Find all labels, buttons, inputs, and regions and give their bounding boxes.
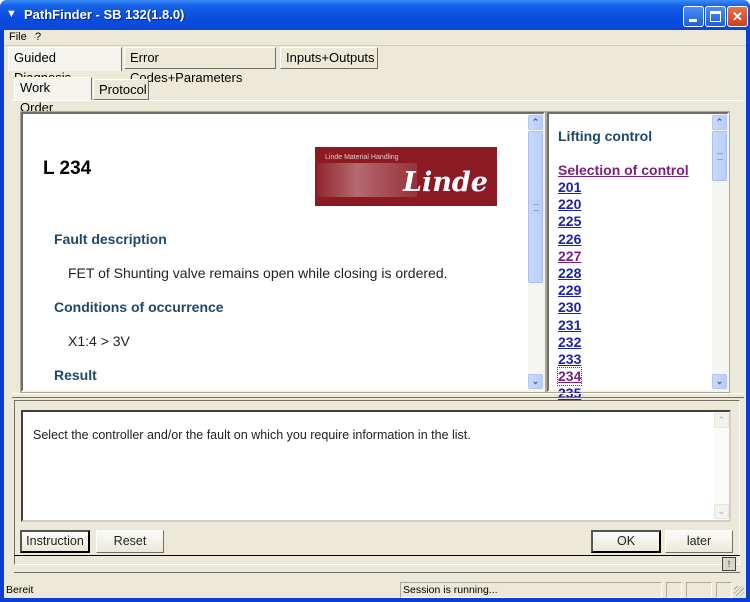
fault-code-link-201[interactable]: 201 xyxy=(558,179,581,196)
tab-work-order[interactable]: Work Order xyxy=(14,77,92,115)
message-scrollbar[interactable]: ⌃ ⌄ xyxy=(714,412,729,520)
scroll-up-icon[interactable]: ⌃ xyxy=(528,115,543,130)
ok-button[interactable]: OK xyxy=(591,530,661,553)
logo-tagline: Linde Material Handling xyxy=(325,154,399,161)
app-icon: ▼ xyxy=(6,8,17,20)
scroll-down-icon[interactable]: ⌄ xyxy=(528,374,543,389)
close-icon: ✕ xyxy=(732,9,743,24)
menu-help[interactable]: ? xyxy=(35,31,41,43)
resize-grip-icon[interactable] xyxy=(734,586,744,596)
menu-file[interactable]: File xyxy=(9,31,27,43)
tab-inputs-outputs[interactable]: Inputs+Outputs xyxy=(280,47,378,69)
app-window: ▼ PathFinder - SB 132(1.8.0) ✕ File ? Gu… xyxy=(0,0,750,602)
status-cell xyxy=(716,582,732,598)
tab-protocol[interactable]: Protocol xyxy=(93,79,149,100)
minimize-icon xyxy=(689,19,697,22)
fault-code-link-231[interactable]: 231 xyxy=(558,317,581,334)
list-scrollbar[interactable]: ⌃ ⌄ xyxy=(712,114,727,390)
fault-description-text: FET of Shunting valve remains open while… xyxy=(68,265,448,281)
logo-wordmark: Linde xyxy=(403,167,488,198)
fault-description-heading: Fault description xyxy=(54,231,167,247)
fault-code-link-226[interactable]: 226 xyxy=(558,231,581,248)
scroll-up-icon[interactable]: ⌃ xyxy=(712,115,727,130)
splitter[interactable] xyxy=(12,393,744,398)
maximize-icon xyxy=(710,11,721,22)
menu-bar: File ? xyxy=(4,30,746,46)
fault-code-link-228[interactable]: 228 xyxy=(558,265,581,282)
fault-code-title: L 234 xyxy=(43,158,92,179)
status-cell xyxy=(686,582,712,598)
later-button[interactable]: later xyxy=(665,530,733,553)
message-box: Select the controller and/or the fault o… xyxy=(21,410,731,522)
fault-code-link-227[interactable]: 227 xyxy=(558,248,581,265)
maximize-button[interactable] xyxy=(705,6,726,27)
close-button[interactable]: ✕ xyxy=(727,6,748,27)
fault-code-link-234[interactable]: 234 xyxy=(556,367,583,387)
warning-icon[interactable]: ! xyxy=(722,557,736,571)
reset-button[interactable]: Reset xyxy=(96,530,164,553)
status-cell xyxy=(666,582,682,598)
scroll-down-icon[interactable]: ⌄ xyxy=(712,374,727,389)
linde-logo: Linde Material Handling Linde xyxy=(315,147,497,206)
tab-divider xyxy=(12,100,744,101)
document-scrollbar[interactable]: ⌃ ⌄ xyxy=(528,114,543,390)
fault-code-link-232[interactable]: 232 xyxy=(558,334,581,351)
fault-code-link-225[interactable]: 225 xyxy=(558,213,581,230)
conditions-text: X1:4 > 3V xyxy=(68,333,130,349)
fault-document-pane: L 234 Linde Material Handling Linde Faul… xyxy=(20,111,546,393)
scroll-thumb[interactable] xyxy=(528,131,543,283)
selection-of-control-link[interactable]: Selection of control xyxy=(558,162,689,178)
conditions-heading: Conditions of occurrence xyxy=(54,299,224,315)
bottom-bar xyxy=(14,555,740,573)
fault-code-link-220[interactable]: 220 xyxy=(558,196,581,213)
instruction-button[interactable]: Instruction xyxy=(20,530,90,553)
title-bar[interactable]: ▼ PathFinder - SB 132(1.8.0) ✕ xyxy=(0,0,750,30)
fault-code-link-229[interactable]: 229 xyxy=(558,282,581,299)
fault-code-link-233[interactable]: 233 xyxy=(558,351,581,368)
tab-error-codes-parameters[interactable]: Error Codes+Parameters xyxy=(124,47,276,85)
client-area: File ? Guided Diagnosis Error Codes+Para… xyxy=(4,30,746,598)
scroll-down-icon[interactable]: ⌄ xyxy=(714,504,729,519)
window-title: PathFinder - SB 132(1.8.0) xyxy=(24,7,185,22)
minimize-button[interactable] xyxy=(683,6,704,27)
fault-code-link-230[interactable]: 230 xyxy=(558,299,581,316)
scroll-up-icon[interactable]: ⌃ xyxy=(714,413,729,428)
tab-guided-diagnosis[interactable]: Guided Diagnosis xyxy=(8,47,122,85)
result-heading: Result xyxy=(54,367,97,383)
list-title: Lifting control xyxy=(558,128,653,144)
status-bar: Bereit Session is running... xyxy=(4,582,746,598)
fault-code-links: 201 220 225 226 227 228 229 230 231 232 233 234 235 xyxy=(556,179,583,402)
instruction-message: Select the controller and/or the fault o… xyxy=(33,428,471,442)
fault-list-pane: Lifting control Selection of control 201… xyxy=(546,111,730,401)
session-status: Session is running... xyxy=(400,582,662,598)
logo-pattern xyxy=(317,163,417,197)
status-text: Bereit xyxy=(6,584,34,596)
scroll-thumb[interactable] xyxy=(712,131,727,181)
